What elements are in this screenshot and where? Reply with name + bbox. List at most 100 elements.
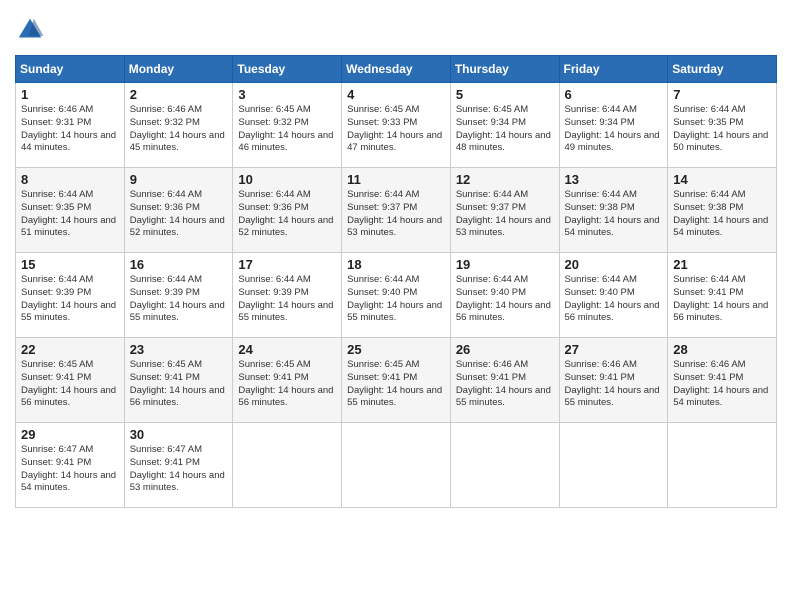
day-cell-30: 30 Sunrise: 6:47 AM Sunset: 9:41 PM Dayl… [124,423,233,508]
day-number: 3 [238,87,336,102]
day-number: 23 [130,342,228,357]
page-header [15,15,777,45]
calendar-week-2: 8 Sunrise: 6:44 AM Sunset: 9:35 PM Dayli… [16,168,777,253]
daylight-label: Daylight: 14 hours and 55 minutes. [565,385,660,409]
day-info: Sunrise: 6:44 AM Sunset: 9:40 PM Dayligh… [456,274,554,325]
day-cell-23: 23 Sunrise: 6:45 AM Sunset: 9:41 PM Dayl… [124,338,233,423]
sunrise-label: Sunrise: 6:44 AM [456,274,528,285]
day-number: 12 [456,172,554,187]
sunset-label: Sunset: 9:37 PM [347,202,417,213]
daylight-label: Daylight: 14 hours and 54 minutes. [673,215,768,239]
sunset-label: Sunset: 9:41 PM [565,372,635,383]
day-cell-8: 8 Sunrise: 6:44 AM Sunset: 9:35 PM Dayli… [16,168,125,253]
day-number: 1 [21,87,119,102]
daylight-label: Daylight: 14 hours and 51 minutes. [21,215,116,239]
sunset-label: Sunset: 9:38 PM [565,202,635,213]
sunrise-label: Sunrise: 6:44 AM [130,274,202,285]
day-number: 8 [21,172,119,187]
sunrise-label: Sunrise: 6:47 AM [130,444,202,455]
calendar-week-5: 29 Sunrise: 6:47 AM Sunset: 9:41 PM Dayl… [16,423,777,508]
sunrise-label: Sunrise: 6:44 AM [673,189,745,200]
sunset-label: Sunset: 9:38 PM [673,202,743,213]
day-info: Sunrise: 6:44 AM Sunset: 9:39 PM Dayligh… [21,274,119,325]
calendar-header-row: SundayMondayTuesdayWednesdayThursdayFrid… [16,56,777,83]
daylight-label: Daylight: 14 hours and 55 minutes. [238,300,333,324]
day-info: Sunrise: 6:46 AM Sunset: 9:41 PM Dayligh… [565,359,663,410]
calendar-header-monday: Monday [124,56,233,83]
sunrise-label: Sunrise: 6:45 AM [238,359,310,370]
day-info: Sunrise: 6:44 AM Sunset: 9:39 PM Dayligh… [238,274,336,325]
daylight-label: Daylight: 14 hours and 56 minutes. [21,385,116,409]
day-number: 14 [673,172,771,187]
sunrise-label: Sunrise: 6:46 AM [130,104,202,115]
sunset-label: Sunset: 9:36 PM [238,202,308,213]
sunrise-label: Sunrise: 6:45 AM [21,359,93,370]
day-number: 6 [565,87,663,102]
day-cell-22: 22 Sunrise: 6:45 AM Sunset: 9:41 PM Dayl… [16,338,125,423]
calendar-table: SundayMondayTuesdayWednesdayThursdayFrid… [15,55,777,508]
day-cell-15: 15 Sunrise: 6:44 AM Sunset: 9:39 PM Dayl… [16,253,125,338]
sunrise-label: Sunrise: 6:44 AM [673,274,745,285]
day-number: 20 [565,257,663,272]
sunrise-label: Sunrise: 6:46 AM [21,104,93,115]
day-cell-6: 6 Sunrise: 6:44 AM Sunset: 9:34 PM Dayli… [559,83,668,168]
empty-cell [668,423,777,508]
calendar-header-sunday: Sunday [16,56,125,83]
day-number: 5 [456,87,554,102]
sunrise-label: Sunrise: 6:44 AM [238,274,310,285]
sunset-label: Sunset: 9:33 PM [347,117,417,128]
sunrise-label: Sunrise: 6:44 AM [347,274,419,285]
day-info: Sunrise: 6:46 AM Sunset: 9:41 PM Dayligh… [673,359,771,410]
sunrise-label: Sunrise: 6:44 AM [565,104,637,115]
day-cell-13: 13 Sunrise: 6:44 AM Sunset: 9:38 PM Dayl… [559,168,668,253]
day-cell-21: 21 Sunrise: 6:44 AM Sunset: 9:41 PM Dayl… [668,253,777,338]
day-info: Sunrise: 6:44 AM Sunset: 9:36 PM Dayligh… [130,189,228,240]
day-info: Sunrise: 6:45 AM Sunset: 9:41 PM Dayligh… [238,359,336,410]
sunrise-label: Sunrise: 6:45 AM [347,359,419,370]
day-info: Sunrise: 6:46 AM Sunset: 9:41 PM Dayligh… [456,359,554,410]
day-info: Sunrise: 6:45 AM Sunset: 9:32 PM Dayligh… [238,104,336,155]
sunrise-label: Sunrise: 6:45 AM [238,104,310,115]
day-info: Sunrise: 6:44 AM Sunset: 9:38 PM Dayligh… [565,189,663,240]
day-info: Sunrise: 6:46 AM Sunset: 9:32 PM Dayligh… [130,104,228,155]
day-cell-14: 14 Sunrise: 6:44 AM Sunset: 9:38 PM Dayl… [668,168,777,253]
day-info: Sunrise: 6:45 AM Sunset: 9:41 PM Dayligh… [347,359,445,410]
sunrise-label: Sunrise: 6:44 AM [347,189,419,200]
day-number: 13 [565,172,663,187]
day-number: 16 [130,257,228,272]
day-number: 30 [130,427,228,442]
day-number: 22 [21,342,119,357]
day-cell-11: 11 Sunrise: 6:44 AM Sunset: 9:37 PM Dayl… [342,168,451,253]
daylight-label: Daylight: 14 hours and 55 minutes. [347,300,442,324]
sunset-label: Sunset: 9:40 PM [347,287,417,298]
sunset-label: Sunset: 9:41 PM [238,372,308,383]
day-number: 15 [21,257,119,272]
sunset-label: Sunset: 9:35 PM [673,117,743,128]
day-cell-2: 2 Sunrise: 6:46 AM Sunset: 9:32 PM Dayli… [124,83,233,168]
daylight-label: Daylight: 14 hours and 44 minutes. [21,130,116,154]
day-info: Sunrise: 6:44 AM Sunset: 9:35 PM Dayligh… [673,104,771,155]
day-number: 24 [238,342,336,357]
sunset-label: Sunset: 9:41 PM [347,372,417,383]
sunrise-label: Sunrise: 6:44 AM [21,189,93,200]
empty-cell [233,423,342,508]
day-number: 29 [21,427,119,442]
day-info: Sunrise: 6:45 AM Sunset: 9:41 PM Dayligh… [21,359,119,410]
day-info: Sunrise: 6:44 AM Sunset: 9:40 PM Dayligh… [347,274,445,325]
sunset-label: Sunset: 9:41 PM [21,457,91,468]
sunset-label: Sunset: 9:37 PM [456,202,526,213]
day-info: Sunrise: 6:45 AM Sunset: 9:41 PM Dayligh… [130,359,228,410]
sunset-label: Sunset: 9:36 PM [130,202,200,213]
day-cell-16: 16 Sunrise: 6:44 AM Sunset: 9:39 PM Dayl… [124,253,233,338]
daylight-label: Daylight: 14 hours and 56 minutes. [456,300,551,324]
sunset-label: Sunset: 9:34 PM [456,117,526,128]
sunset-label: Sunset: 9:41 PM [130,457,200,468]
day-number: 18 [347,257,445,272]
calendar-header-tuesday: Tuesday [233,56,342,83]
calendar-body: 1 Sunrise: 6:46 AM Sunset: 9:31 PM Dayli… [16,83,777,508]
sunrise-label: Sunrise: 6:45 AM [130,359,202,370]
daylight-label: Daylight: 14 hours and 52 minutes. [238,215,333,239]
day-info: Sunrise: 6:45 AM Sunset: 9:33 PM Dayligh… [347,104,445,155]
sunset-label: Sunset: 9:41 PM [21,372,91,383]
day-number: 19 [456,257,554,272]
